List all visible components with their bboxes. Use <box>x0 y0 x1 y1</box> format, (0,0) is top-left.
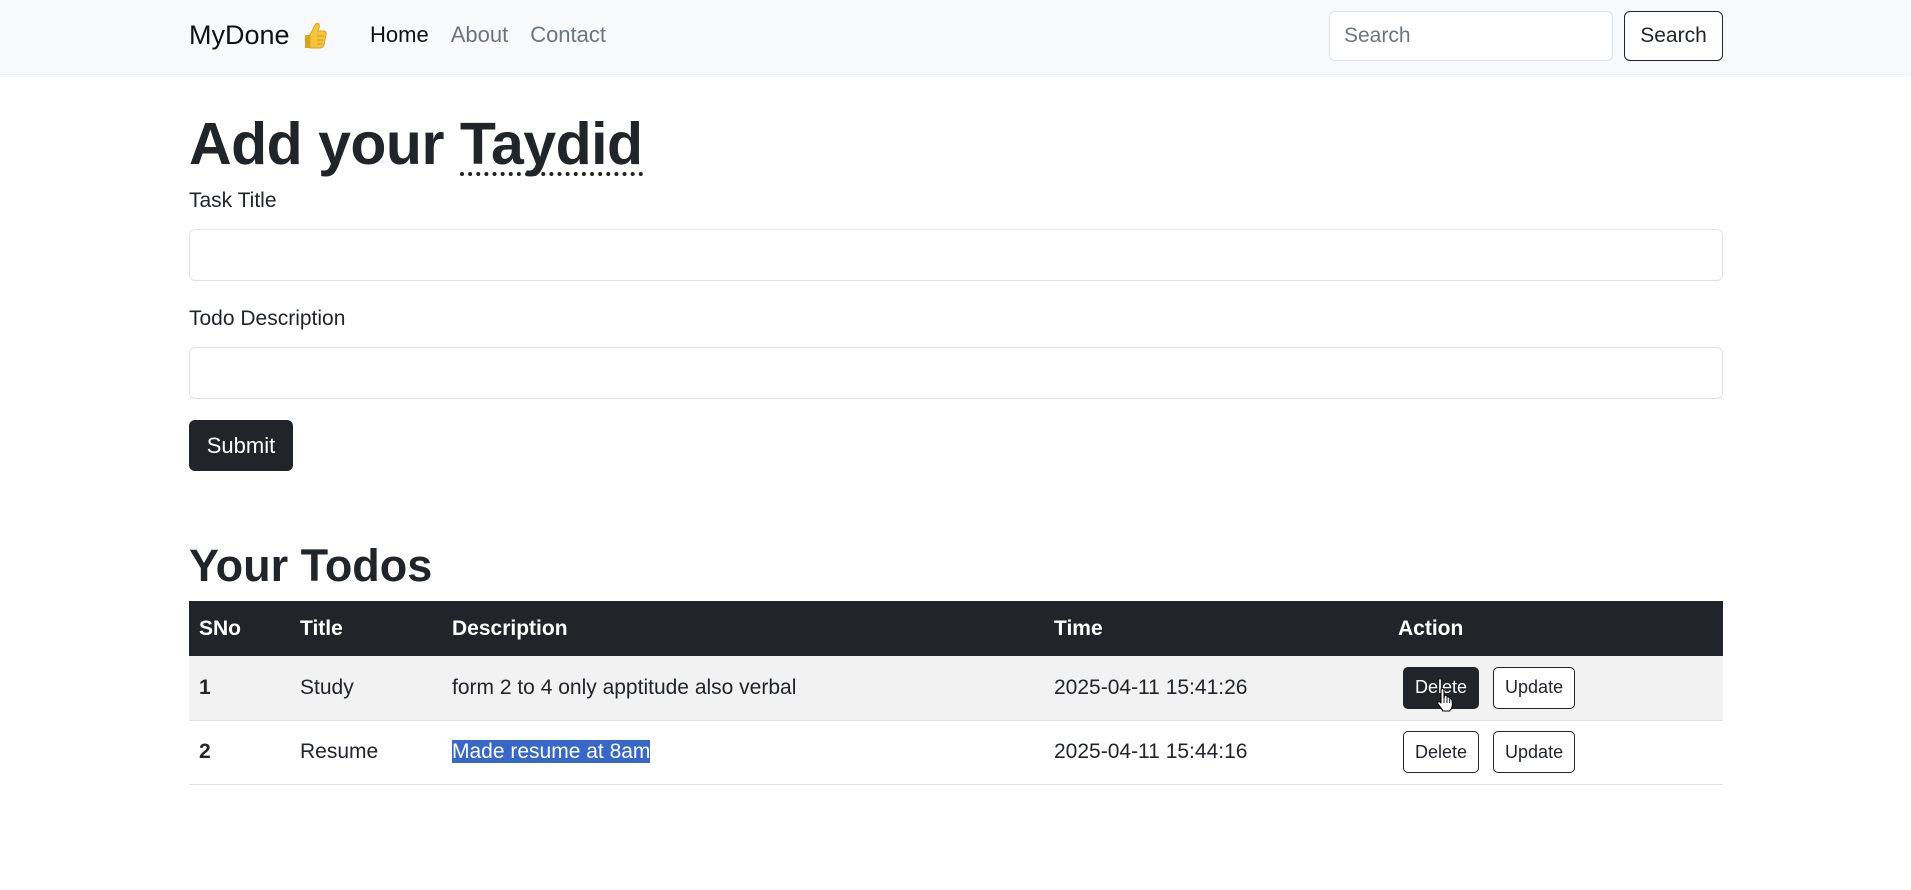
cell-description: Made resume at 8am <box>442 720 1044 785</box>
cell-title: Study <box>290 656 442 721</box>
table-row: 1 Study form 2 to 4 only apptitude also … <box>189 656 1723 721</box>
delete-button[interactable]: Delete <box>1403 666 1480 709</box>
todos-table-header: SNo Title Description Time Action <box>189 601 1723 656</box>
nav-link-about[interactable]: About <box>451 22 509 48</box>
nav-link-contact[interactable]: Contact <box>530 22 606 48</box>
selected-text: Made resume at 8am <box>452 740 651 763</box>
delete-button[interactable]: Delete <box>1403 731 1480 773</box>
cell-action: Delete Update <box>1388 656 1723 721</box>
cell-time: 2025-04-11 15:41:26 <box>1044 656 1388 721</box>
brand-name: MyDone <box>189 20 290 50</box>
search-input[interactable] <box>1329 11 1613 61</box>
cell-sno: 1 <box>189 656 290 721</box>
column-header-time: Time <box>1054 616 1103 640</box>
navbar: MyDone Home About Contact Search <box>0 0 1911 75</box>
task-title-label: Task Title <box>189 189 277 212</box>
cell-action: Delete Update <box>1388 720 1723 785</box>
update-button[interactable]: Update <box>1493 666 1576 709</box>
nav-links: Home About Contact <box>370 22 606 48</box>
todos-table-body: 1 Study form 2 to 4 only apptitude also … <box>189 656 1723 785</box>
todo-description-input[interactable] <box>189 347 1723 399</box>
update-button[interactable]: Update <box>1493 731 1576 773</box>
search-button[interactable]: Search <box>1624 11 1723 61</box>
page-title-prefix: Add your <box>189 111 460 177</box>
cell-sno: 2 <box>189 720 290 785</box>
cell-time: 2025-04-11 15:44:16 <box>1044 720 1388 785</box>
submit-button[interactable]: Submit <box>189 420 293 471</box>
todo-description-label: Todo Description <box>189 307 346 330</box>
brand-link[interactable]: MyDone <box>189 20 328 51</box>
column-header-description: Description <box>452 616 568 640</box>
page-title-word: Taydid <box>459 111 643 177</box>
page-title: Add your Taydid <box>189 108 643 180</box>
todos-heading: Your Todos <box>189 540 433 591</box>
todos-table: SNo Title Description Time Action 1 Stud… <box>189 601 1723 785</box>
thumbs-up-icon <box>300 21 328 51</box>
column-header-action: Action <box>1398 616 1464 640</box>
nav-link-home[interactable]: Home <box>370 22 429 48</box>
column-header-title: Title <box>300 616 343 640</box>
table-row: 2 Resume Made resume at 8am 2025-04-11 1… <box>189 720 1723 785</box>
column-header-sno: SNo <box>199 616 241 640</box>
cell-title: Resume <box>290 720 442 785</box>
task-title-input[interactable] <box>189 229 1723 281</box>
cell-description: form 2 to 4 only apptitude also verbal <box>442 656 1044 721</box>
header-row: SNo Title Description Time Action <box>189 601 1723 656</box>
